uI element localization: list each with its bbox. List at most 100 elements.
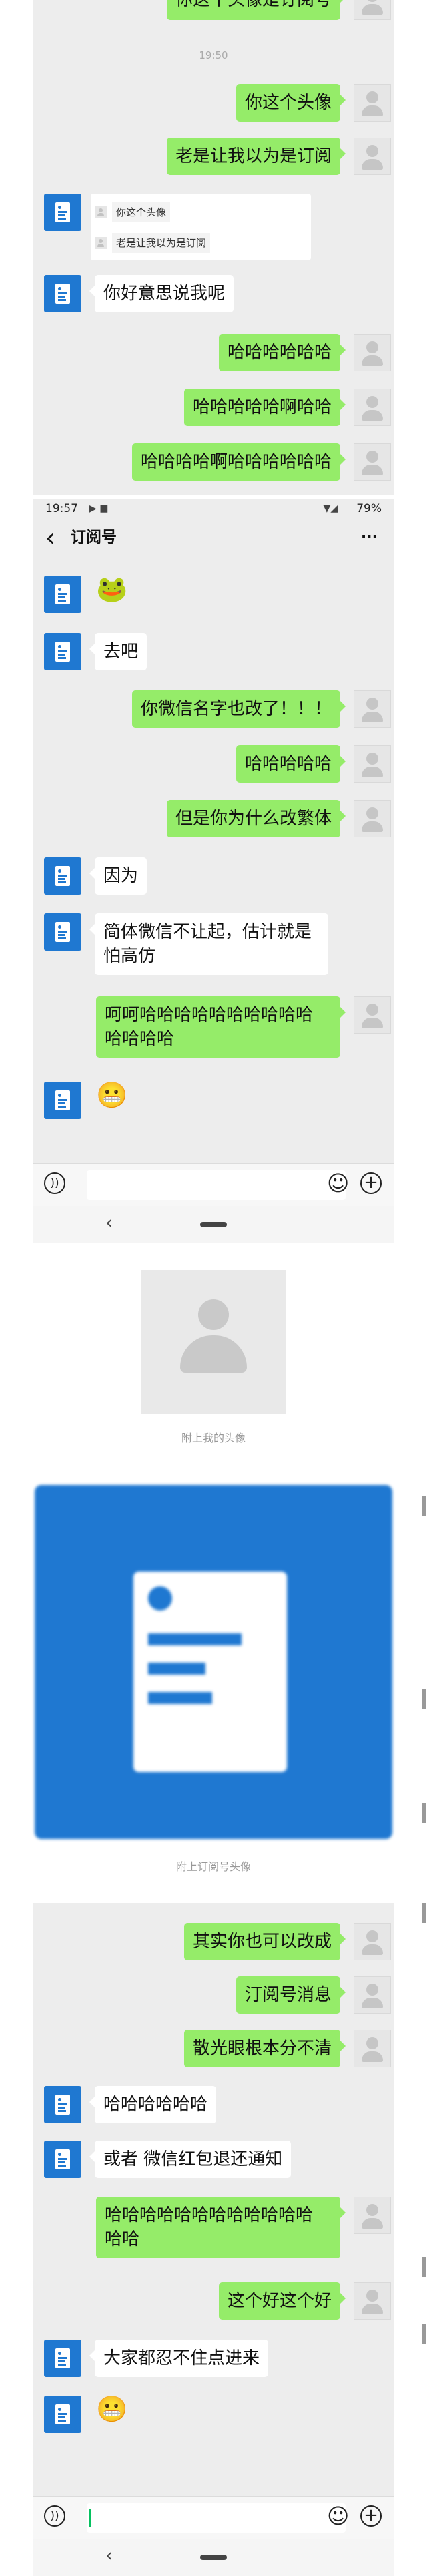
subscription-avatar[interactable] — [44, 913, 81, 951]
their-message[interactable]: 你好意思说我呢 — [89, 275, 234, 312]
quote-line: 老是让我以为是订阅 — [95, 232, 211, 253]
my-message[interactable]: 但是你为什么改繁体 — [166, 800, 346, 837]
image-caption: 附上订阅号头像 — [175, 1860, 251, 1873]
their-message[interactable]: 简体微信不让起，估计就是 怕高仿 — [89, 913, 328, 975]
document-icon — [55, 284, 70, 304]
subscription-avatar[interactable] — [44, 194, 81, 231]
back-icon[interactable]: ‹ — [45, 518, 55, 557]
my-avatar[interactable] — [354, 800, 391, 837]
document-icon — [55, 202, 70, 222]
more-icon[interactable]: ··· — [361, 518, 378, 557]
document-icon — [55, 2149, 70, 2169]
subscription-avatar[interactable] — [44, 275, 81, 312]
chat-title: 订阅号 — [71, 529, 117, 546]
my-avatar[interactable] — [354, 1923, 391, 1960]
my-message[interactable]: 汀阅号消息 — [236, 1976, 346, 2014]
user-icon — [95, 206, 107, 218]
their-message[interactable]: 因为 — [89, 857, 147, 895]
my-avatar[interactable] — [354, 690, 391, 728]
my-avatar[interactable] — [354, 745, 391, 783]
message-input[interactable] — [87, 1170, 346, 1200]
plus-icon[interactable]: + — [360, 2505, 382, 2527]
quoted-message-card[interactable]: 你这个头像 老是让我以为是订阅 — [91, 194, 311, 260]
subscription-avatar-image — [35, 1485, 392, 1839]
nav-back-icon[interactable]: ‹ — [105, 1211, 113, 1233]
subscription-avatar[interactable] — [44, 857, 81, 895]
my-message[interactable]: 呵呵哈哈哈哈哈哈哈哈哈哈 哈哈哈哈 — [96, 996, 346, 1058]
home-pill[interactable] — [200, 1222, 227, 1227]
subscription-avatar[interactable] — [44, 2396, 81, 2433]
my-message[interactable]: 你这个头像 — [236, 84, 346, 122]
my-message[interactable]: 散光眼根本分不清 — [183, 2030, 346, 2067]
emoji-icon[interactable]: ☺ — [327, 1172, 349, 1194]
scroll-indicator — [422, 2324, 426, 2344]
my-message[interactable]: 这个好这个好 — [218, 2282, 346, 2320]
my-message[interactable]: 老是让我以为是订阅 — [166, 138, 346, 175]
my-avatar[interactable] — [354, 1976, 391, 2014]
scroll-indicator — [422, 1496, 426, 1516]
my-avatar[interactable] — [354, 443, 391, 481]
their-message[interactable]: 去吧 — [89, 633, 147, 670]
my-message[interactable]: 哈哈哈哈哈 — [236, 745, 346, 783]
chat-panel-1: 你这个头像是订阅号 19:50 你这个头像 老是让我以为是订阅 你这个头像 老是… — [33, 0, 394, 495]
quote-line: 你这个头像 — [95, 202, 171, 222]
voice-icon[interactable]: )) — [44, 1172, 65, 1194]
chat-header: ‹ 订阅号 ··· — [33, 518, 394, 557]
input-bar: )) ☺ + — [33, 1163, 394, 1207]
system-nav-bar: ‹ — [33, 1206, 394, 1243]
subscription-avatar[interactable] — [44, 1082, 81, 1119]
my-message[interactable]: 你微信名字也改了！！！ — [131, 690, 346, 728]
their-message[interactable]: 或者 微信红包退还通知 — [89, 2141, 292, 2178]
signal-wifi-icons: ▼◢ — [323, 503, 338, 514]
user-icon — [95, 236, 107, 249]
my-message[interactable]: 哈哈哈哈哈啊哈哈 — [183, 389, 346, 426]
home-pill[interactable] — [200, 2555, 227, 2560]
chat-panel-2: 19:57 ▶ ■ ▼◢ 79% ‹ 订阅号 ··· 🐸 去吧 你微信名字也改了… — [33, 499, 394, 1243]
battery-level: 79% — [356, 502, 382, 515]
nav-back-icon[interactable]: ‹ — [105, 2544, 113, 2566]
subscription-avatar[interactable] — [44, 576, 81, 613]
message-bubble-partial[interactable]: 你这个头像是订阅号 — [166, 0, 346, 20]
emoji-icon[interactable]: ☺ — [327, 2505, 349, 2527]
document-icon — [55, 2404, 70, 2424]
my-message[interactable]: 哈哈哈哈啊哈哈哈哈哈哈 — [131, 443, 346, 481]
subscription-avatar[interactable] — [44, 2141, 81, 2178]
my-avatar[interactable] — [354, 138, 391, 175]
my-avatar[interactable] — [354, 2197, 391, 2234]
scroll-indicator — [422, 1689, 426, 1709]
my-avatar[interactable] — [354, 389, 391, 426]
document-icon — [55, 2348, 70, 2368]
my-avatar[interactable] — [354, 334, 391, 371]
plus-icon[interactable]: + — [360, 1172, 382, 1194]
document-icon — [55, 922, 70, 942]
document-icon — [55, 1090, 70, 1110]
my-message[interactable]: 哈哈哈哈哈哈哈哈哈哈哈哈 哈哈 — [96, 2197, 346, 2258]
my-avatar[interactable] — [354, 996, 391, 1034]
message-input[interactable] — [87, 2503, 346, 2533]
their-message[interactable]: 哈哈哈哈哈哈 — [89, 2086, 217, 2123]
my-avatar[interactable] — [354, 0, 391, 20]
image-caption: 附上我的头像 — [181, 1432, 246, 1444]
notification-icons: ▶ ■ — [89, 503, 109, 514]
scroll-indicator — [422, 2257, 426, 2277]
my-message[interactable]: 哈哈哈哈哈哈 — [218, 334, 346, 371]
chat-panel-3: 其实你也可以改成 汀阅号消息 散光眼根本分不清 哈哈哈哈哈哈 或者 微信红包退还… — [33, 1903, 394, 2576]
sticker-image[interactable]: 😬 — [96, 1080, 127, 1110]
my-avatar-image — [141, 1270, 286, 1414]
my-message[interactable]: 其实你也可以改成 — [183, 1923, 346, 1960]
sticker-image[interactable]: 😬 — [96, 2394, 127, 2424]
subscription-avatar[interactable] — [44, 2340, 81, 2377]
subscription-avatar[interactable] — [44, 633, 81, 670]
document-icon — [55, 584, 70, 604]
my-avatar[interactable] — [354, 2030, 391, 2067]
my-avatar[interactable] — [354, 2282, 391, 2320]
system-nav-bar: ‹ — [33, 2539, 394, 2576]
subscription-avatar[interactable] — [44, 2086, 81, 2123]
input-bar: )) ☺ + — [33, 2496, 394, 2539]
scroll-indicator — [422, 1903, 426, 1923]
voice-icon[interactable]: )) — [44, 2505, 65, 2527]
their-message[interactable]: 大家都忍不住点进来 — [89, 2340, 269, 2377]
sticker-image[interactable]: 🐸 — [96, 574, 127, 604]
my-avatar[interactable] — [354, 84, 391, 122]
text-cursor — [89, 2509, 91, 2527]
